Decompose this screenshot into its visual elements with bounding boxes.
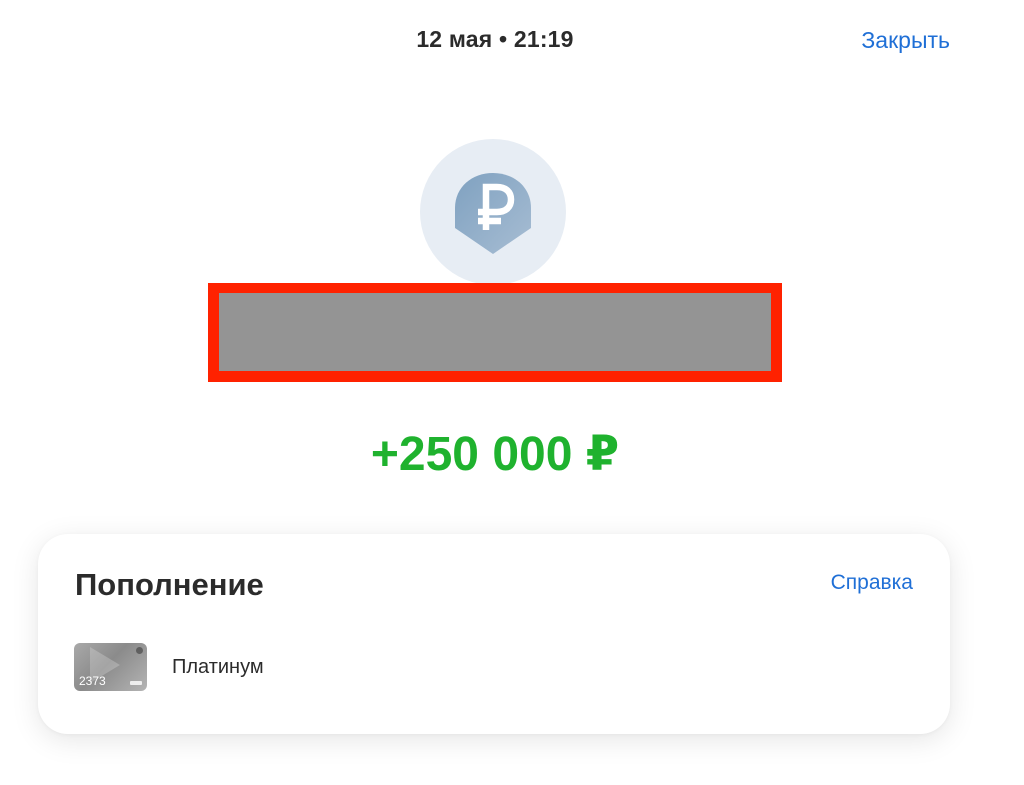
help-link[interactable]: Справка: [831, 571, 913, 595]
card-dot-graphic: [136, 647, 143, 654]
account-name[interactable]: Платинум: [172, 656, 264, 679]
operation-details-screen: 12 мая • 21:19 Закрыть +250 000 ₽ Пополн…: [0, 0, 1024, 785]
ruble-icon: [455, 173, 531, 254]
redacted-content: [219, 293, 771, 371]
card-last-digits: 2373: [79, 674, 106, 688]
bank-card-thumbnail[interactable]: 2373: [74, 643, 147, 691]
operation-amount: +250 000 ₽: [370, 428, 620, 481]
redaction-box: [208, 283, 782, 382]
close-button[interactable]: Закрыть: [861, 27, 950, 54]
merchant-logo: [420, 139, 566, 285]
operation-datetime: 12 мая • 21:19: [416, 26, 574, 52]
operation-details-card: Пополнение Справка 2373 Платинум: [38, 534, 950, 734]
card-brand-mark: [130, 681, 142, 685]
card-title: Пополнение: [75, 567, 264, 602]
